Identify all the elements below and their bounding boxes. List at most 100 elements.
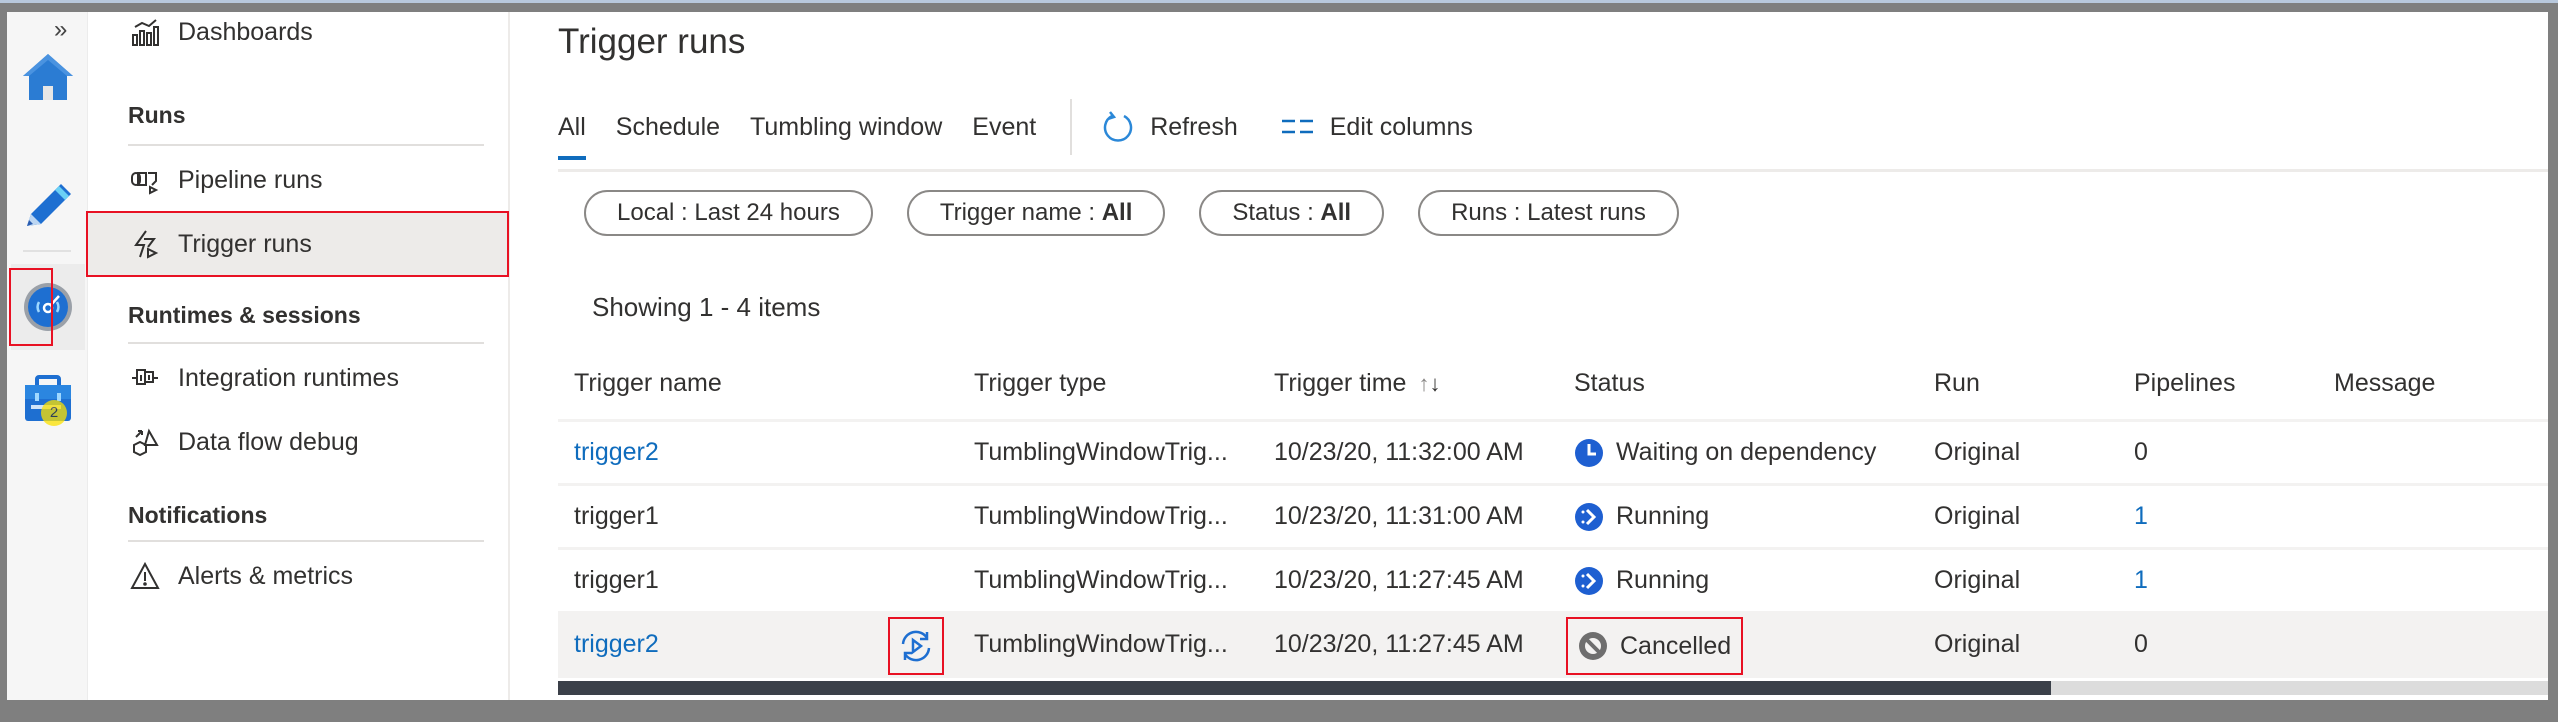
data-flow-debug-icon [128, 425, 162, 459]
pencil-icon [27, 184, 71, 226]
trigger-name-link[interactable]: trigger2 [574, 438, 659, 467]
column-header-run[interactable]: Run [1934, 369, 1980, 398]
rail-home-button[interactable] [11, 42, 85, 112]
column-header-pipelines[interactable]: Pipelines [2134, 369, 2235, 398]
status-text: Running [1616, 566, 1710, 594]
nav-item-label: Dashboards [178, 17, 313, 46]
table-header: Trigger name Trigger type Trigger time ↑… [558, 348, 2548, 422]
nav-divider [128, 342, 484, 344]
warning-icon [128, 559, 162, 593]
filter-status[interactable]: Status : All [1199, 190, 1385, 236]
filter-value: All [1320, 199, 1352, 226]
rail-divider [23, 250, 71, 252]
run-cell: Original [1934, 566, 2021, 594]
filter-value: Last 24 hours [694, 199, 840, 226]
trigger-runs-table: Trigger name Trigger type Trigger time ↑… [558, 348, 2548, 678]
tab-all[interactable]: All [558, 113, 586, 160]
run-cell: Original [1934, 438, 2021, 466]
trigger-time-cell: 10/23/20, 11:31:00 AM [1274, 502, 1524, 530]
trigger-type-cell: TumblingWindowTrig... [974, 566, 1228, 594]
nav-item-label: Pipeline runs [178, 165, 323, 194]
app-frame: » 2 Dashboards Runs Pipeline runs Trigge… [7, 12, 2548, 700]
status-cell: Cancelled [1566, 617, 1744, 675]
monitor-nav-panel: Dashboards Runs Pipeline runs Trigger ru… [86, 12, 510, 700]
filter-local-time[interactable]: Local : Last 24 hours [584, 190, 873, 236]
nav-item-alerts-metrics[interactable]: Alerts & metrics [128, 554, 488, 598]
scrollbar-thumb[interactable] [558, 681, 2051, 695]
home-icon [23, 54, 73, 100]
trigger-time-cell: 10/23/20, 11:27:45 AM [1274, 566, 1524, 594]
nav-item-pipeline-runs[interactable]: Pipeline runs [128, 158, 488, 202]
nav-item-label: Data flow debug [178, 427, 359, 456]
nav-item-dashboards[interactable]: Dashboards [128, 12, 488, 54]
filter-key: Runs [1451, 199, 1508, 226]
column-header-message[interactable]: Message [2334, 369, 2435, 398]
nav-item-label: Alerts & metrics [178, 561, 354, 590]
results-count: Showing 1 - 4 items [592, 292, 821, 322]
column-header-trigger-time[interactable]: Trigger time ↑↓ [1274, 369, 1440, 398]
trigger-time-cell: 10/23/20, 11:32:00 AM [1274, 438, 1524, 466]
nav-section-runtimes: Runtimes & sessions [128, 302, 361, 328]
edit-columns-icon [1281, 117, 1314, 137]
edit-columns-button[interactable]: Edit columns [1281, 112, 1473, 142]
icon-rail: » 2 [7, 12, 88, 700]
dashboard-icon [128, 15, 162, 49]
pipelines-cell: 0 [2134, 630, 2148, 658]
status-cell: Running [1574, 566, 1709, 596]
horizontal-scrollbar[interactable] [558, 681, 2548, 695]
table-row[interactable]: trigger1 TumblingWindowTrig... 10/23/20,… [558, 550, 2548, 614]
filter-sep: : [1300, 199, 1321, 226]
expand-rail-button[interactable]: » [54, 16, 67, 44]
tab-schedule[interactable]: Schedule [616, 113, 720, 142]
nav-divider [128, 540, 484, 542]
trigger-name-link[interactable]: trigger2 [574, 630, 659, 659]
cancelled-icon [1579, 632, 1607, 660]
page-title: Trigger runs [558, 22, 746, 61]
trigger-type-tabs: All Schedule Tumbling window Event Refre… [558, 99, 1517, 160]
run-cell: Original [1934, 630, 2021, 658]
pipelines-link[interactable]: 1 [2134, 566, 2148, 595]
table-row[interactable]: trigger2 TumblingWindowTrig... 10/23/20,… [558, 614, 2548, 678]
status-cell: Waiting on dependency [1574, 438, 1876, 468]
column-header-label: Trigger time [1274, 369, 1407, 397]
monitor-gauge-icon [24, 283, 72, 331]
filter-runs[interactable]: Runs : Latest runs [1418, 190, 1679, 236]
trigger-type-cell: TumblingWindowTrig... [974, 502, 1228, 530]
sort-icon[interactable]: ↑↓ [1418, 371, 1440, 397]
rail-author-button[interactable] [11, 172, 85, 242]
column-header-trigger-name[interactable]: Trigger name [574, 369, 722, 398]
status-text: Running [1616, 502, 1710, 530]
nav-section-notifications: Notifications [128, 502, 268, 528]
filter-chips: Local : Last 24 hours Trigger name : All… [584, 190, 1713, 236]
filter-trigger-name[interactable]: Trigger name : All [906, 190, 1166, 236]
filter-sep: : [1507, 199, 1528, 226]
run-cell: Original [1934, 502, 2021, 530]
nav-item-integration-runtimes[interactable]: Integration runtimes [128, 356, 488, 400]
manage-badge: 2 [41, 400, 67, 426]
nav-divider [128, 144, 484, 146]
pipelines-link[interactable]: 1 [2134, 502, 2148, 531]
nav-item-data-flow-debug[interactable]: Data flow debug [128, 420, 488, 464]
table-row[interactable]: trigger1 TumblingWindowTrig... 10/23/20,… [558, 486, 2548, 550]
pipeline-runs-icon [128, 163, 162, 197]
tabs-divider [558, 169, 2548, 172]
window-top-edge [0, 0, 2558, 3]
status-cell: Running [1574, 502, 1709, 532]
nav-item-label: Trigger runs [178, 229, 312, 258]
tab-tumbling-window[interactable]: Tumbling window [750, 113, 942, 142]
rerun-icon [901, 630, 931, 662]
column-header-status[interactable]: Status [1574, 369, 1645, 398]
edit-columns-label: Edit columns [1329, 112, 1473, 141]
column-header-trigger-type[interactable]: Trigger type [974, 369, 1106, 398]
rail-monitor-button[interactable] [11, 264, 85, 350]
toolbar-divider [1070, 99, 1073, 155]
rerun-button[interactable] [888, 617, 944, 675]
trigger-time-cell: 10/23/20, 11:27:45 AM [1274, 630, 1524, 658]
table-row[interactable]: trigger2 TumblingWindowTrig... 10/23/20,… [558, 422, 2548, 486]
refresh-label: Refresh [1150, 112, 1238, 141]
nav-item-trigger-runs[interactable]: Trigger runs [88, 212, 508, 276]
tab-event[interactable]: Event [972, 113, 1036, 142]
refresh-button[interactable]: Refresh [1102, 110, 1238, 144]
running-icon [1575, 502, 1603, 531]
filter-key: Trigger name [939, 199, 1082, 226]
